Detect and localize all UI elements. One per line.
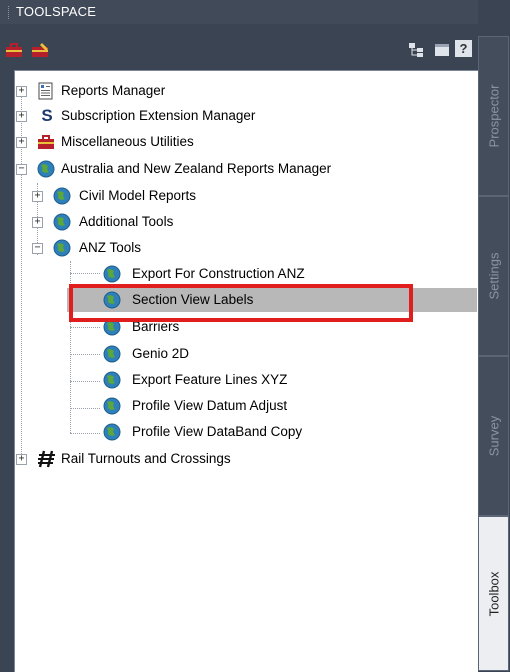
globe-icon — [103, 265, 121, 283]
expand-toggle[interactable]: + — [16, 86, 27, 97]
tree-item-label: Export For Construction ANZ — [132, 266, 305, 281]
tree-item-label: Civil Model Reports — [79, 188, 197, 203]
tab-label: Prospector — [486, 84, 501, 148]
tree-item-label: Profile View Datum Adjust — [132, 398, 288, 413]
red-highlight-box — [69, 284, 413, 322]
toolspace-side-tabs: Prospector Settings Survey Toolbox — [478, 36, 510, 671]
reports-icon — [37, 82, 55, 100]
drag-grip[interactable] — [8, 6, 12, 19]
toolbox-icon — [37, 133, 55, 151]
window-title: TOOLSPACE — [16, 4, 97, 19]
tree-item-label: Reports Manager — [61, 83, 166, 98]
globe-icon — [53, 213, 71, 231]
tree-item-label: Additional Tools — [79, 214, 174, 229]
globe-icon — [53, 187, 71, 205]
rail-icon — [37, 449, 55, 468]
tree-item-label: ANZ Tools — [79, 240, 142, 255]
subscription-s-icon: S — [41, 106, 53, 125]
toolbox-icon[interactable] — [4, 40, 24, 60]
collapse-toggle[interactable]: − — [32, 243, 43, 254]
expand-toggle[interactable]: + — [16, 137, 27, 148]
tree-item-anz-reports-manager[interactable]: − Australia and New Zealand Reports Mana… — [15, 158, 475, 180]
globe-icon — [103, 397, 121, 415]
tree-item-rail-turnouts-and-crossings[interactable]: + Rail Turnouts and Crossings — [15, 448, 475, 470]
tab-label: Survey — [486, 415, 501, 457]
tree-view-icon[interactable] — [406, 40, 426, 60]
expand-toggle[interactable]: + — [16, 454, 27, 465]
tree-item-label: Genio 2D — [132, 346, 190, 361]
tree-item-reports-manager[interactable]: + Reports Manager — [15, 80, 475, 102]
tab-label: Toolbox — [486, 571, 501, 616]
tree-item-label: Australia and New Zealand Reports Manage… — [61, 161, 332, 176]
tree-item-genio-2d[interactable]: Genio 2D — [15, 343, 475, 365]
tab-toolbox[interactable]: Toolbox — [478, 516, 509, 671]
tree-item-profile-view-datum-adjust[interactable]: Profile View Datum Adjust — [15, 395, 475, 417]
tree-item-label: Miscellaneous Utilities — [61, 134, 194, 149]
collapse-toggle[interactable]: − — [16, 164, 27, 175]
expand-toggle[interactable]: + — [32, 191, 43, 202]
tree-item-label: Profile View DataBand Copy — [132, 424, 303, 439]
toolspace-title-bar[interactable]: TOOLSPACE — [0, 0, 478, 24]
tab-label: Settings — [486, 252, 501, 300]
globe-icon — [37, 160, 55, 178]
panel-view-icon[interactable] — [432, 40, 452, 60]
edit-toolbox-icon[interactable] — [30, 40, 50, 60]
globe-icon — [103, 423, 121, 441]
tree-item-subscription-extension-manager[interactable]: + S Subscription Extension Manager — [15, 105, 475, 127]
tree-item-civil-model-reports[interactable]: + Civil Model Reports — [15, 185, 475, 207]
toolbar: ? — [0, 24, 478, 70]
tree-item-anz-tools[interactable]: − ANZ Tools — [15, 237, 475, 259]
globe-icon — [103, 345, 121, 363]
tree-item-miscellaneous-utilities[interactable]: + Miscellaneous Utilities — [15, 131, 475, 153]
tab-settings[interactable]: Settings — [478, 196, 509, 356]
tab-prospector[interactable]: Prospector — [478, 36, 509, 196]
expand-toggle[interactable]: + — [16, 111, 27, 122]
tab-survey[interactable]: Survey — [478, 356, 509, 516]
toolbox-tree: + Reports Manager + S Subscription Exten… — [14, 70, 478, 672]
globe-icon — [53, 239, 71, 257]
expand-toggle[interactable]: + — [32, 217, 43, 228]
help-icon[interactable]: ? — [455, 40, 472, 57]
tree-item-export-feature-lines-xyz[interactable]: Export Feature Lines XYZ — [15, 369, 475, 391]
globe-icon — [103, 371, 121, 389]
tree-item-label: Export Feature Lines XYZ — [132, 372, 288, 387]
tree-item-label: Rail Turnouts and Crossings — [61, 451, 231, 466]
tree-item-additional-tools[interactable]: + Additional Tools — [15, 211, 475, 233]
tree-item-label: Subscription Extension Manager — [61, 108, 256, 123]
tree-item-export-for-construction-anz[interactable]: Export For Construction ANZ — [15, 263, 475, 285]
tree-item-profile-view-databand-copy[interactable]: Profile View DataBand Copy — [15, 421, 475, 443]
